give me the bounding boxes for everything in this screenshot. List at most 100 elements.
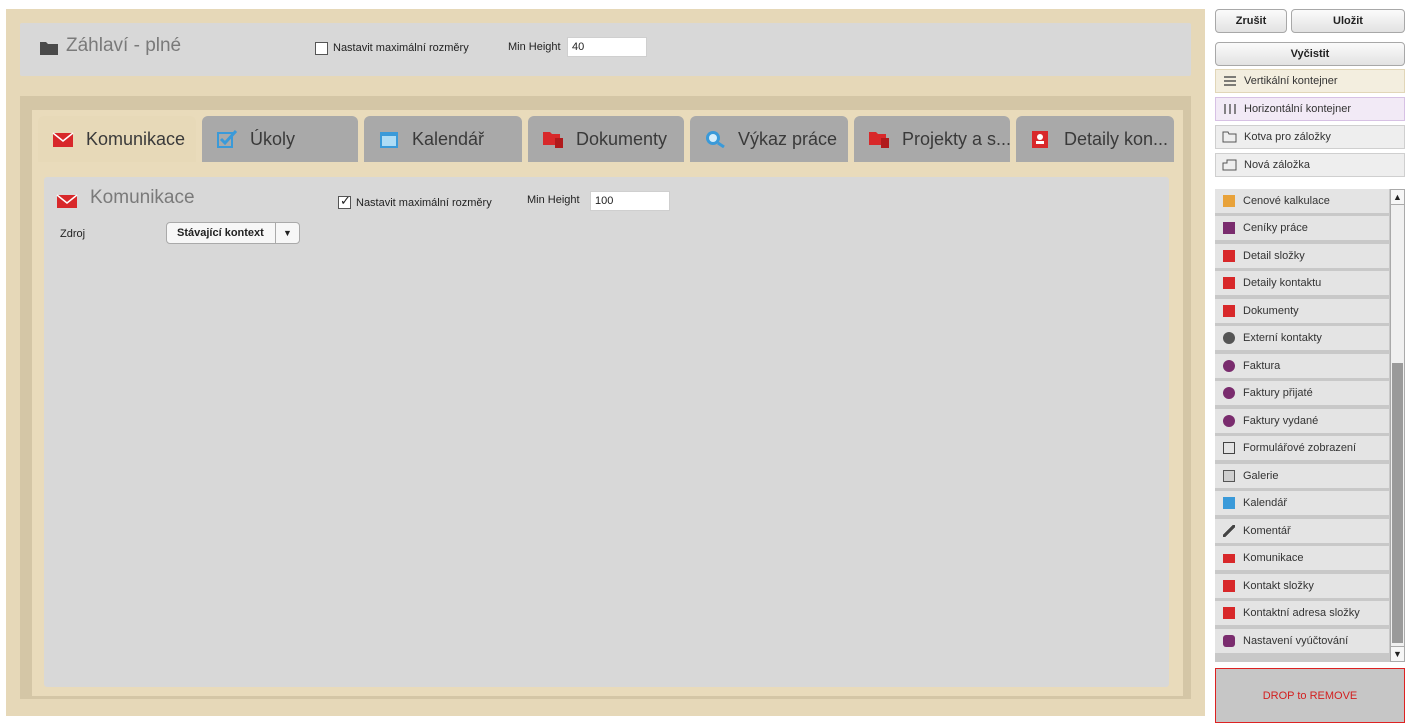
horizontal-container-item[interactable]: Horizontální kontejner xyxy=(1215,97,1405,121)
tab-label: Detaily kon... xyxy=(1064,128,1169,149)
widget-item[interactable]: Formulářové zobrazení xyxy=(1215,436,1389,460)
widget-label: Faktury vydané xyxy=(1243,415,1319,427)
widget-label: Detaily kontaktu xyxy=(1243,277,1322,289)
widget-label: Kalendář xyxy=(1243,497,1288,509)
header-max-size-checkbox[interactable] xyxy=(315,42,328,55)
source-select[interactable]: Stávající kontext ▼ xyxy=(166,222,300,244)
contact-card-icon xyxy=(1223,580,1235,592)
scroll-down-icon[interactable]: ▼ xyxy=(1391,646,1404,661)
contact-card-icon xyxy=(1032,131,1048,148)
widget-label: Faktury přijaté xyxy=(1243,387,1313,399)
container-label: Horizontální kontejner xyxy=(1244,103,1352,115)
invoice-icon xyxy=(1223,360,1235,372)
widget-label: Cenové kalkulace xyxy=(1243,195,1330,207)
widget-item[interactable]: Komentář xyxy=(1215,519,1389,543)
form-edit-icon xyxy=(1223,442,1235,454)
container-label: Kotva pro záložky xyxy=(1244,131,1331,143)
tab-anchor-item[interactable]: Kotva pro záložky xyxy=(1215,125,1405,149)
tab-detaily-kontaktu[interactable]: Detaily kon... xyxy=(1016,116,1174,162)
widget-item[interactable]: Faktury přijaté xyxy=(1215,381,1389,405)
komunikace-panel[interactable]: Komunikace ✓ Nastavit maximální rozměry … xyxy=(44,177,1169,687)
tab-label: Komunikace xyxy=(86,128,186,149)
panel-min-height-input[interactable]: 100 xyxy=(590,191,670,211)
widget-item[interactable]: Detaily kontaktu xyxy=(1215,271,1389,295)
widget-item[interactable]: Detail složky xyxy=(1215,244,1389,268)
widget-label: Formulářové zobrazení xyxy=(1243,442,1357,454)
drop-to-remove-zone[interactable]: DROP to REMOVE xyxy=(1215,668,1405,723)
widget-item[interactable]: Kontaktní adresa složky xyxy=(1215,601,1389,625)
documents-icon xyxy=(543,132,563,148)
widget-item[interactable]: Externí kontakty xyxy=(1215,326,1389,350)
widget-list[interactable]: Cenové kalkulace Ceníky práce Detail slo… xyxy=(1215,189,1405,662)
widget-label: Komentář xyxy=(1243,525,1291,537)
tab-label: Výkaz práce xyxy=(738,128,838,149)
gallery-icon xyxy=(1223,470,1235,482)
tab-kalendar[interactable]: Kalendář xyxy=(364,116,522,162)
pencil-icon xyxy=(1223,525,1235,537)
panel-min-height-label: Min Height xyxy=(527,194,580,206)
project-folder-icon xyxy=(869,132,889,148)
widget-item[interactable]: Kontakt složky xyxy=(1215,574,1389,598)
documents-icon xyxy=(1223,305,1235,317)
scroll-up-icon[interactable]: ▲ xyxy=(1391,190,1404,205)
calendar-icon xyxy=(380,132,398,148)
container-label: Vertikální kontejner xyxy=(1244,75,1338,87)
columns-icon xyxy=(1224,104,1236,114)
folder-outline-icon xyxy=(1222,131,1237,143)
widget-label: Ceníky práce xyxy=(1243,222,1308,234)
settings-billing-icon xyxy=(1223,635,1235,647)
tab-outline-icon xyxy=(1222,159,1237,171)
header-min-height-label: Min Height xyxy=(508,41,561,53)
save-button[interactable]: Uložit xyxy=(1291,9,1405,33)
lines-icon xyxy=(1224,76,1236,86)
source-label: Zdroj xyxy=(60,228,86,240)
checkbox-icon xyxy=(217,130,238,148)
scrollbar-thumb[interactable] xyxy=(1392,363,1403,643)
tab-vykaz-prace[interactable]: Výkaz práce xyxy=(690,116,848,162)
panel-title: Komunikace xyxy=(90,187,195,208)
invoice-icon xyxy=(1223,387,1235,399)
contact-card-icon xyxy=(1223,250,1235,262)
new-tab-item[interactable]: Nová záložka xyxy=(1215,153,1405,177)
clear-button[interactable]: Vyčistit xyxy=(1215,42,1405,66)
envelope-icon xyxy=(1223,553,1235,563)
widget-item[interactable]: Komunikace xyxy=(1215,546,1389,570)
widget-label: Nastavení vyúčtování xyxy=(1243,635,1349,647)
widget-item[interactable]: Faktura xyxy=(1215,354,1389,378)
widget-item[interactable]: Cenové kalkulace xyxy=(1215,189,1389,213)
widget-label: Komunikace xyxy=(1243,552,1304,564)
tab-projekty[interactable]: Projekty a s... xyxy=(854,116,1010,162)
widget-list-scrollbar[interactable]: ▲ ▼ xyxy=(1390,189,1405,662)
calculator-icon xyxy=(1223,195,1235,207)
cancel-button[interactable]: Zrušit xyxy=(1215,9,1287,33)
panel-max-size-checkbox[interactable]: ✓ xyxy=(338,194,351,209)
vertical-container-item[interactable]: Vertikální kontejner xyxy=(1215,69,1405,93)
folder-icon xyxy=(40,42,58,55)
tab-label: Dokumenty xyxy=(576,128,668,149)
contact-card-icon xyxy=(1223,607,1235,619)
tab-label: Úkoly xyxy=(250,128,296,149)
panel-max-size-label: Nastavit maximální rozměry xyxy=(356,197,492,209)
envelope-icon xyxy=(52,132,74,147)
person-add-icon xyxy=(1223,332,1235,344)
widget-label: Galerie xyxy=(1243,470,1279,482)
widget-item[interactable]: Nastavení vyúčtování xyxy=(1215,629,1389,653)
contact-card-icon xyxy=(1223,277,1235,289)
tab-ukoly[interactable]: Úkoly xyxy=(202,116,358,162)
header-min-height-input[interactable]: 40 xyxy=(567,37,647,57)
clock-search-icon xyxy=(706,131,725,148)
widget-label: Externí kontakty xyxy=(1243,332,1322,344)
envelope-icon xyxy=(56,194,78,208)
widget-item[interactable]: Galerie xyxy=(1215,464,1389,488)
widget-label: Kontaktní adresa složky xyxy=(1243,607,1360,619)
widget-item[interactable]: Faktury vydané xyxy=(1215,409,1389,433)
widget-item[interactable]: Dokumenty xyxy=(1215,299,1389,323)
widget-label: Dokumenty xyxy=(1243,305,1299,317)
header-panel[interactable]: Záhlaví - plné Nastavit maximální rozměr… xyxy=(20,23,1191,76)
chevron-down-icon[interactable]: ▼ xyxy=(275,223,299,243)
widget-label: Faktura xyxy=(1243,360,1281,372)
widget-item[interactable]: Ceníky práce xyxy=(1215,216,1389,240)
tab-komunikace[interactable]: Komunikace xyxy=(38,116,196,162)
tab-dokumenty[interactable]: Dokumenty xyxy=(528,116,684,162)
widget-item[interactable]: Kalendář xyxy=(1215,491,1389,515)
